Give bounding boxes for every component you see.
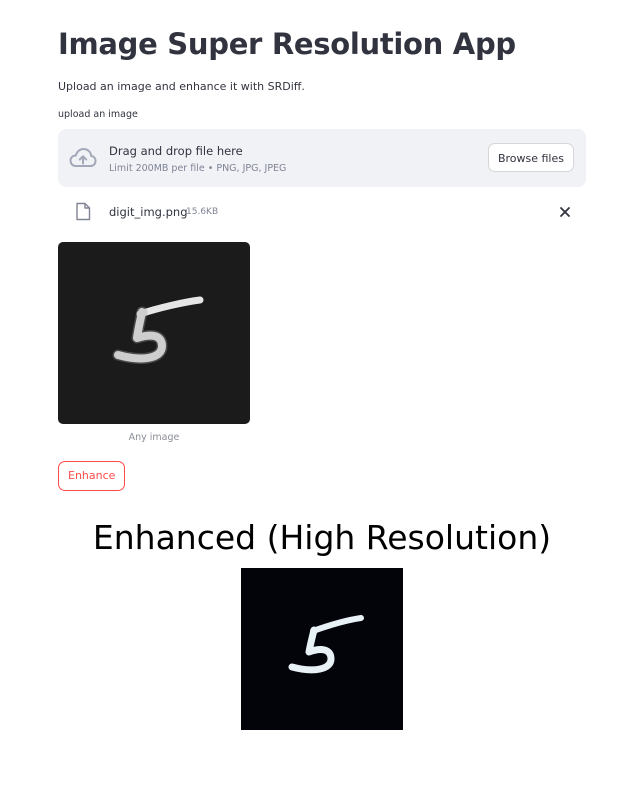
uploaded-image <box>58 242 250 424</box>
close-icon[interactable] <box>558 205 572 219</box>
app-page: Image Super Resolution App Upload an ima… <box>0 0 628 790</box>
cloud-upload-icon <box>69 148 97 167</box>
page-title: Image Super Resolution App <box>58 27 516 61</box>
file-icon <box>76 202 91 221</box>
enhanced-image <box>241 568 403 730</box>
uploaded-file-name: digit_img.png <box>109 205 188 219</box>
uploader-label: upload an image <box>58 109 138 120</box>
dropzone-title: Drag and drop file here <box>109 144 243 158</box>
enhance-button[interactable]: Enhance <box>58 461 126 491</box>
browse-files-button[interactable]: Browse files <box>487 143 574 172</box>
page-subtitle: Upload an image and enhance it with SRDi… <box>58 80 305 93</box>
enhanced-digit-five-image <box>288 615 364 674</box>
file-dropzone[interactable]: Drag and drop file here Limit 200MB per … <box>58 129 586 187</box>
dropzone-limit-text: Limit 200MB per file • PNG, JPG, JPEG <box>109 163 287 174</box>
enhanced-image-title: Enhanced (High Resolution) <box>92 518 552 557</box>
uploaded-file-size: 15.6KB <box>186 207 219 217</box>
digit-five-image <box>112 296 204 364</box>
image-caption: Any image <box>128 432 180 443</box>
uploaded-file-row: digit_img.png 15.6KB <box>58 198 586 226</box>
